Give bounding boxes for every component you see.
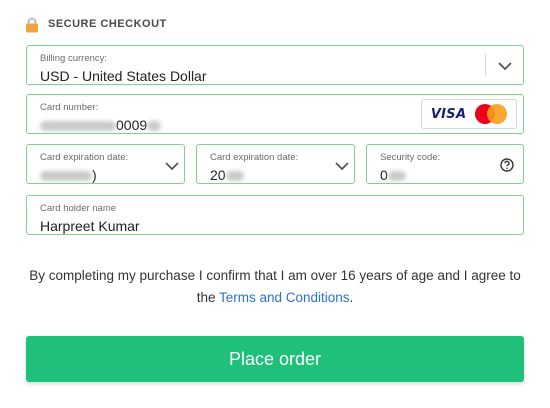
redacted-value	[387, 171, 406, 182]
mastercard-icon	[475, 104, 508, 124]
security-code-label: Security code:	[380, 152, 441, 163]
card-holder-name-label: Card holder name	[40, 203, 117, 214]
terms-consent-text: By completing my purchase I confirm that…	[25, 265, 525, 309]
redacted-value	[225, 171, 244, 182]
chevron-down-icon[interactable]	[164, 161, 180, 171]
visa-logo: VISA	[430, 106, 467, 122]
card-number-field[interactable]: Card number: 0009 VISA	[26, 94, 524, 134]
expiration-year-visible: 20	[210, 167, 226, 183]
terms-and-conditions-link[interactable]: Terms and Conditions	[219, 290, 350, 305]
security-code-visible: 0	[380, 167, 388, 183]
billing-currency-select[interactable]: Billing currency: USD - United States Do…	[26, 45, 524, 85]
billing-currency-label: Billing currency:	[40, 53, 108, 64]
billing-currency-value: USD - United States Dollar	[40, 68, 207, 84]
card-holder-name-field[interactable]: Card holder name Harpreet Kumar	[26, 195, 524, 235]
page-title: SECURE CHECKOUT	[48, 18, 167, 30]
security-code-value[interactable]: 0	[380, 167, 406, 183]
redacted-digits	[40, 121, 116, 132]
expiration-month-visible: )	[92, 167, 97, 183]
lock-icon	[25, 17, 39, 33]
redacted-value	[40, 171, 92, 182]
chevron-down-icon[interactable]	[334, 161, 350, 171]
expiration-month-value: )	[40, 167, 97, 183]
expiration-year-select[interactable]: Card expiration date: 20	[196, 144, 355, 184]
expiration-month-label: Card expiration date:	[40, 152, 129, 163]
chevron-down-icon[interactable]	[497, 61, 513, 71]
consent-suffix: .	[349, 290, 354, 305]
card-number-visible-digits: 0009	[116, 117, 148, 133]
place-order-button[interactable]: Place order	[26, 336, 524, 382]
security-code-field[interactable]: Security code: 0	[366, 144, 524, 184]
help-icon[interactable]	[500, 158, 514, 172]
expiration-month-select[interactable]: Card expiration date: )	[26, 144, 185, 184]
secure-checkout-header: SECURE CHECKOUT	[25, 14, 167, 34]
redacted-digits	[147, 121, 162, 132]
select-divider	[485, 54, 486, 76]
expiration-year-label: Card expiration date:	[210, 152, 299, 163]
card-holder-name-value[interactable]: Harpreet Kumar	[40, 218, 140, 234]
expiration-year-value: 20	[210, 167, 244, 183]
card-number-label: Card number:	[40, 102, 99, 113]
card-brands: VISA	[421, 99, 517, 129]
card-number-value[interactable]: 0009	[40, 117, 162, 133]
